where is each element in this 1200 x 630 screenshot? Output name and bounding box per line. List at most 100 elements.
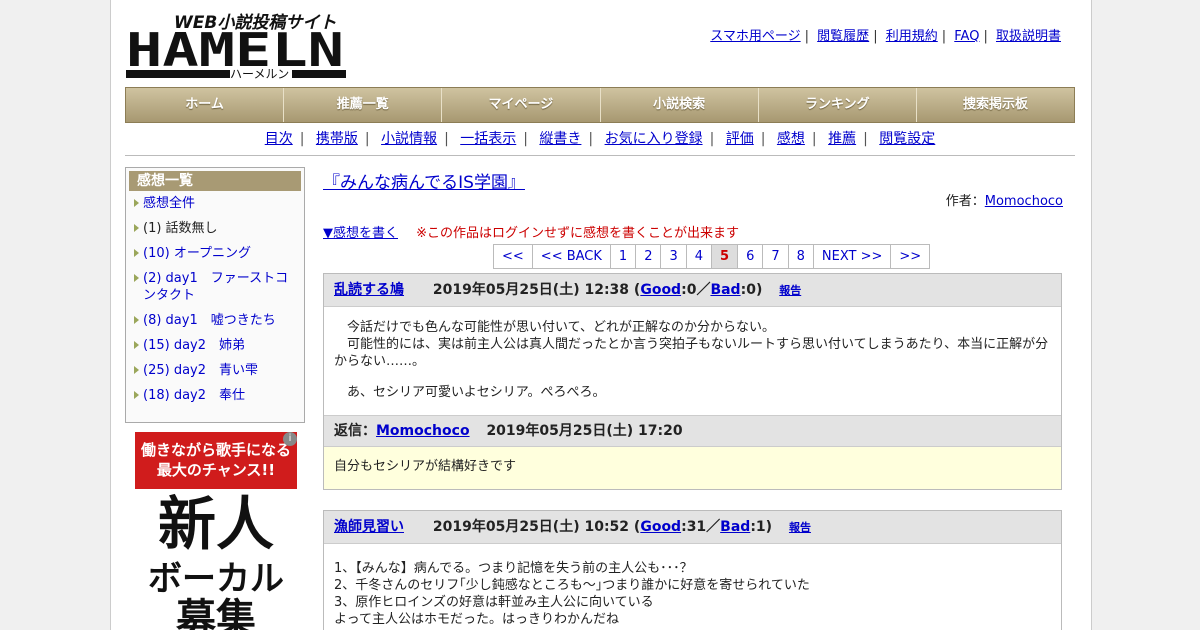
novel-title-link[interactable]: 『みんな病んでるIS学園』: [323, 168, 525, 193]
subnav-mobile[interactable]: 携帯版: [316, 131, 358, 147]
sidebar-item-label[interactable]: 感想全件: [143, 196, 195, 211]
subnav-comments[interactable]: 感想: [777, 131, 805, 147]
reply-user-link[interactable]: Momochoco: [376, 423, 470, 439]
sidebar-item-label[interactable]: (15) day2 姉弟: [143, 338, 245, 353]
comment-line: 今話だけでも色んな可能性が思い付いて、どれが正解なのか分からない。: [334, 320, 775, 335]
ad-big3: 募集: [176, 596, 256, 630]
subnav-bulk-view[interactable]: 一括表示: [460, 131, 516, 147]
sidebar-item-label[interactable]: (10) オープニング: [143, 246, 251, 261]
info-icon[interactable]: i: [283, 432, 297, 446]
logo-bar-right: [292, 70, 346, 78]
bad-link[interactable]: Bad: [710, 282, 740, 298]
pager-first[interactable]: <<: [494, 245, 533, 268]
sidebar-item-label[interactable]: (8) day1 嘘つきたち: [143, 313, 276, 328]
sidebar-item-all[interactable]: 感想全件: [134, 195, 298, 212]
reply-label: 返信：: [334, 423, 376, 439]
sidebar-item-siblings[interactable]: (15) day2 姉弟: [134, 337, 298, 354]
pager-page-4[interactable]: 4: [687, 245, 713, 268]
bad-count: 1: [755, 519, 766, 535]
nav-search-board[interactable]: 捜索掲示板: [916, 88, 1075, 122]
author-link[interactable]: Momochoco: [985, 194, 1063, 209]
sidebar-item-liars[interactable]: (8) day1 嘘つきたち: [134, 312, 298, 329]
author-line: 作者：Momochoco: [946, 190, 1063, 209]
ad-banner-top: 働きながら歌手になる 最大のチャンス!!: [135, 432, 297, 489]
pager-page-5-current: 5: [712, 245, 739, 268]
sidebar-item-opening[interactable]: (10) オープニング: [134, 245, 298, 262]
nav-ranking[interactable]: ランキング: [758, 88, 917, 122]
nav-mypage[interactable]: マイページ: [442, 88, 601, 122]
pager-page-2[interactable]: 2: [636, 245, 662, 268]
terms-link[interactable]: 利用規約: [886, 29, 938, 44]
pager-last[interactable]: >>: [891, 245, 929, 268]
subnav-vertical[interactable]: 縦書き: [539, 131, 581, 147]
report-link[interactable]: 報告: [779, 284, 801, 297]
write-comment-link[interactable]: ▼感想を書く: [323, 226, 398, 241]
author-label: 作者：: [945, 194, 985, 209]
advertisement[interactable]: 働きながら歌手になる 最大のチャンス!! i 新人 ボーカル 募集: [135, 432, 297, 630]
reply-body: 自分もセシリアが結構好きです: [324, 446, 1061, 489]
comment-date: 2019年05月25日(土) 12:38 (Good:0／Bad:0): [432, 282, 763, 298]
pager-page-7[interactable]: 7: [763, 245, 789, 268]
comment-card: 漁師見習い 2019年05月25日(土) 10:52 (Good:31／Bad:…: [323, 510, 1062, 630]
manual-link[interactable]: 取扱説明書: [996, 29, 1061, 44]
sidebar-item-label[interactable]: (25) day2 青い雫: [143, 363, 258, 378]
sidebar-item-no-episode: (1) 話数無し: [134, 220, 298, 237]
comment-body: 今話だけでも色んな可能性が思い付いて、どれが正解なのか分からない。 可能性的には…: [324, 307, 1061, 415]
smartphone-page-link[interactable]: スマホ用ページ: [710, 29, 800, 44]
nav-recommend[interactable]: 推薦一覧: [284, 88, 443, 122]
ad-big1: 新人: [157, 490, 274, 558]
history-link[interactable]: 閲覧履歴: [817, 29, 869, 44]
subnav-favorite[interactable]: お気に入り登録: [605, 131, 703, 147]
comment-sidebar: 感想一覧 感想全件 (1) 話数無し (10) オープニング (2) day1 …: [125, 167, 305, 423]
pager-next[interactable]: NEXT >>: [814, 245, 892, 268]
good-link[interactable]: Good: [640, 519, 681, 535]
comment-user-link[interactable]: 乱読する鳩: [334, 282, 404, 298]
pager-page-1[interactable]: 1: [611, 245, 637, 268]
report-link[interactable]: 報告: [789, 521, 811, 534]
reply-header: 返信：Momochoco 2019年05月25日(土) 17:20: [324, 415, 1061, 446]
comment-line: 3、原作ヒロインズの好意は軒並み主人公に向いている: [334, 595, 654, 610]
logo-bar: [126, 70, 230, 78]
pager-page-6[interactable]: 6: [738, 245, 764, 268]
comment-line: 1、【みんな】病んでる。つまり記憶を失う前の主人公も･･･？: [334, 561, 693, 576]
pager-page-3[interactable]: 3: [661, 245, 687, 268]
main-nav: ホーム 推薦一覧 マイページ 小説検索 ランキング 捜索掲示板: [125, 87, 1075, 123]
write-warning: ※この作品はログインせずに感想を書くことが出来ます: [416, 226, 740, 241]
sidebar-item-label[interactable]: (2) day1 ファーストコンタクト: [143, 271, 288, 303]
sidebar-item-label[interactable]: (18) day2 奉仕: [143, 388, 245, 403]
bad-count: 0: [746, 282, 756, 298]
comment-card: 乱読する鳩 2019年05月25日(土) 12:38 (Good:0／Bad:0…: [323, 273, 1062, 490]
subnav-rating[interactable]: 評価: [726, 131, 754, 147]
comment-line: 可能性的には、実は前主人公は真人間だったとか言う突拍子もないルートすら思い付いて…: [334, 337, 1049, 369]
sidebar-item-service[interactable]: (18) day2 奉仕: [134, 387, 298, 404]
nav-home[interactable]: ホーム: [126, 88, 285, 122]
pager-page-8[interactable]: 8: [789, 245, 814, 268]
nav-novel-search[interactable]: 小説検索: [600, 88, 759, 122]
good-count: 0: [686, 282, 697, 298]
comment-header: 漁師見習い 2019年05月25日(土) 10:52 (Good:31／Bad:…: [324, 511, 1061, 544]
hameln-logo[interactable]: WEB小説投稿サイト HAMELN ハーメルン: [126, 8, 346, 80]
reply-date: 2019年05月25日(土) 17:20: [486, 423, 683, 439]
ad-line1: 働きながら歌手になる: [140, 441, 291, 459]
subnav-view-settings[interactable]: 閲覧設定: [879, 131, 935, 147]
good-count: 31: [686, 519, 707, 535]
comment-user-link[interactable]: 漁師見習い: [334, 519, 404, 535]
ad-big2: ボーカル: [148, 559, 284, 599]
bad-link[interactable]: Bad: [720, 519, 750, 535]
comment-line: よって主人公はホモだった。はっきりわかんだね: [334, 612, 619, 627]
sidebar-item-blue-drop[interactable]: (25) day2 青い雫: [134, 362, 298, 379]
comment-line: あ、セシリア可愛いよセシリア。ぺろぺろ。: [334, 385, 606, 400]
good-link[interactable]: Good: [640, 282, 681, 298]
sidebar-list: 感想全件 (1) 話数無し (10) オープニング (2) day1 ファースト…: [126, 195, 304, 404]
faq-link[interactable]: FAQ: [954, 29, 979, 44]
sidebar-item-first-contact[interactable]: (2) day1 ファーストコンタクト: [134, 270, 298, 304]
sidebar-title: 感想一覧: [129, 171, 301, 191]
ad-headline: 新人 ボーカル 募集: [135, 489, 297, 630]
comment-header: 乱読する鳩 2019年05月25日(土) 12:38 (Good:0／Bad:0…: [324, 274, 1061, 307]
subnav-recommend[interactable]: 推薦: [828, 131, 856, 147]
pager-back[interactable]: << BACK: [533, 245, 611, 268]
ad-line2: 最大のチャンス!!: [156, 461, 276, 479]
write-comment-row: ▼感想を書く ※この作品はログインせずに感想を書くことが出来ます: [323, 222, 739, 241]
subnav-toc[interactable]: 目次: [265, 131, 293, 147]
subnav-novel-info[interactable]: 小説情報: [381, 131, 437, 147]
